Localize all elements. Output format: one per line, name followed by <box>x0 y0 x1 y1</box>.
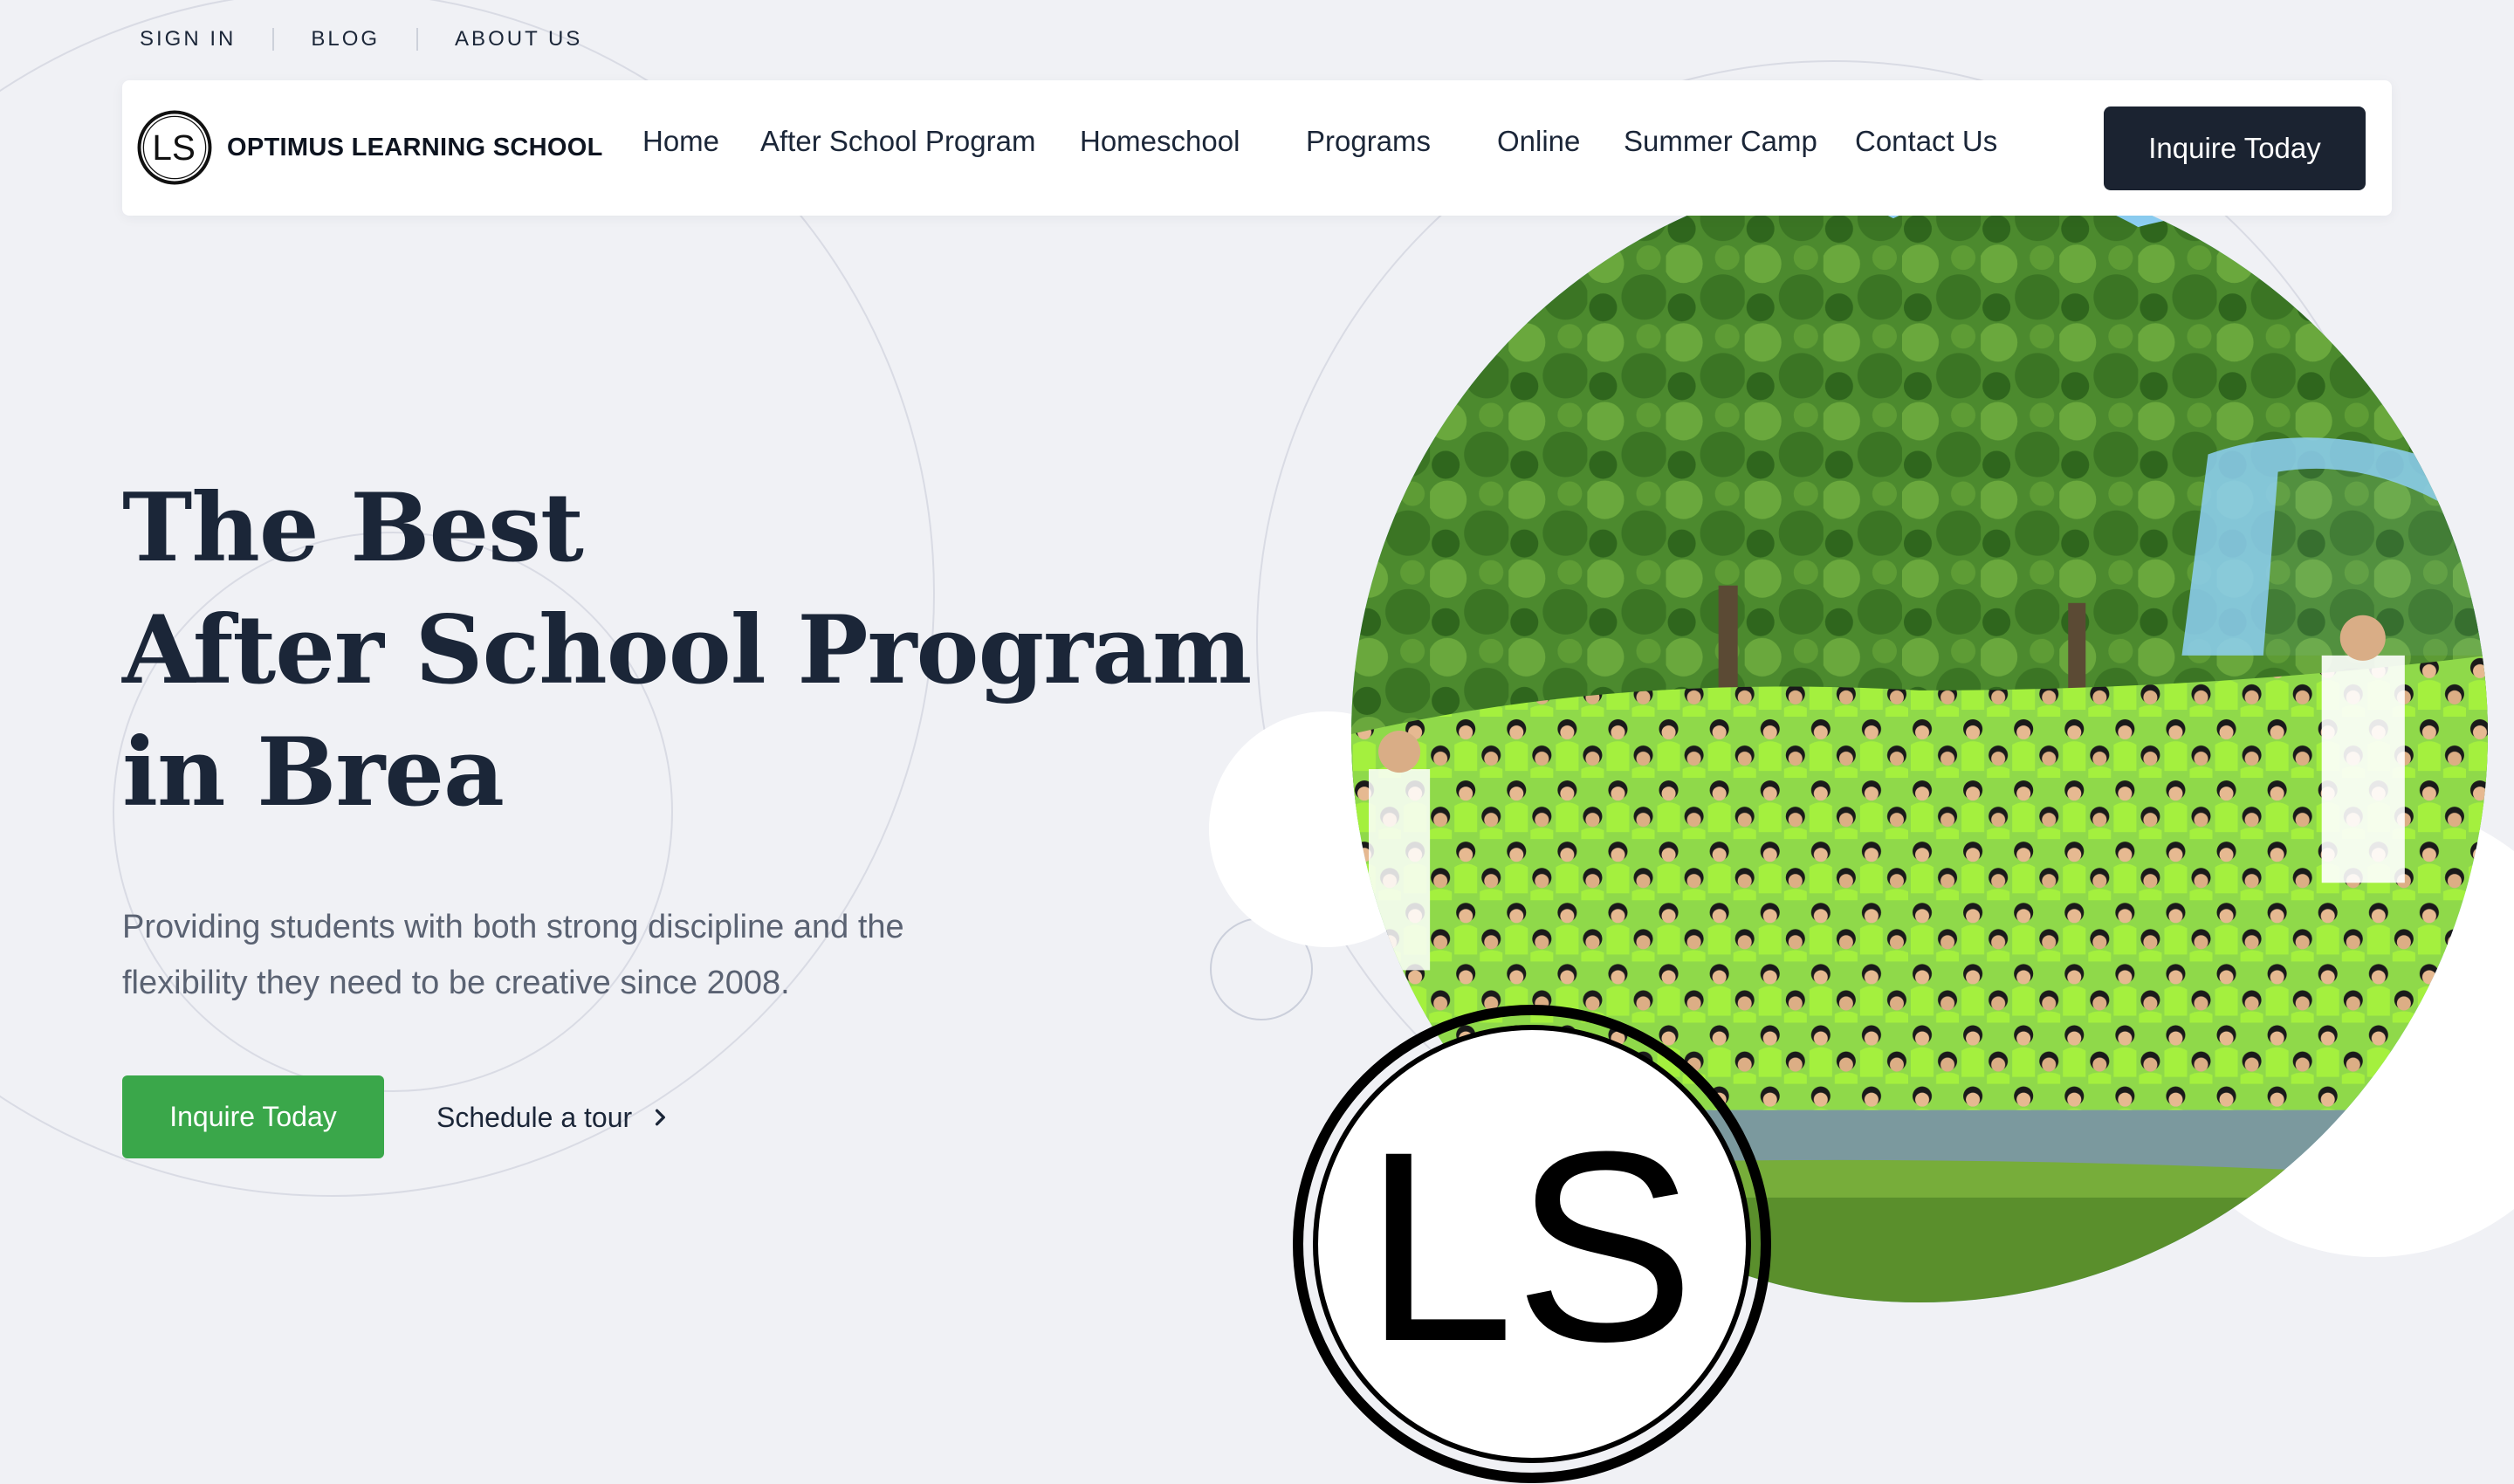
ls-logo-large-icon: LS <box>1293 1005 1771 1483</box>
nav-summer-camp[interactable]: Summer Camp <box>1624 124 1817 159</box>
utility-divider <box>272 28 275 51</box>
nav-contact-us[interactable]: Contact Us <box>1855 124 1997 159</box>
hero-title-line: The Best <box>122 473 584 583</box>
hero-title: The Best After School Program in Brea <box>122 467 1252 834</box>
nav-after-school-program[interactable]: After School Program <box>760 124 1035 159</box>
about-us-link[interactable]: ABOUT US <box>455 27 582 52</box>
brand-home-link[interactable]: LS OPTIMUS LEARNING SCHOOL <box>136 106 603 189</box>
schedule-tour-label: Schedule a tour <box>436 1101 633 1133</box>
logo-letters: LS <box>152 127 196 168</box>
utility-divider <box>416 28 419 51</box>
nav-home[interactable]: Home <box>642 124 719 159</box>
hero-inquire-today-button[interactable]: Inquire Today <box>122 1075 384 1158</box>
hero-subtitle-line: Providing students with both strong disc… <box>122 909 904 945</box>
hero-subtitle-line: flexibility they need to be creative sin… <box>122 965 790 1001</box>
nav-programs[interactable]: Programs <box>1306 124 1431 159</box>
large-logo-letters: LS <box>1363 1095 1694 1398</box>
nav-inquire-today-button[interactable]: Inquire Today <box>2104 106 2366 190</box>
ls-logo-icon: LS <box>137 110 212 185</box>
hero-title-line: After School Program <box>122 595 1252 705</box>
main-navbar: LS OPTIMUS LEARNING SCHOOL Home After Sc… <box>122 80 2392 216</box>
hero-subtitle: Providing students with both strong disc… <box>122 899 1013 1011</box>
brand-name: OPTIMUS LEARNING SCHOOL <box>227 133 603 161</box>
blog-link[interactable]: BLOG <box>311 27 380 52</box>
nav-online[interactable]: Online <box>1497 124 1580 159</box>
schedule-tour-link[interactable]: Schedule a tour <box>436 1093 670 1142</box>
utility-nav: SIGN IN BLOG ABOUT US <box>140 26 582 52</box>
sign-in-link[interactable]: SIGN IN <box>140 27 236 52</box>
chevron-right-icon <box>656 1109 666 1126</box>
hero-title-line: in Brea <box>122 718 505 828</box>
nav-homeschool[interactable]: Homeschool <box>1080 124 1240 159</box>
